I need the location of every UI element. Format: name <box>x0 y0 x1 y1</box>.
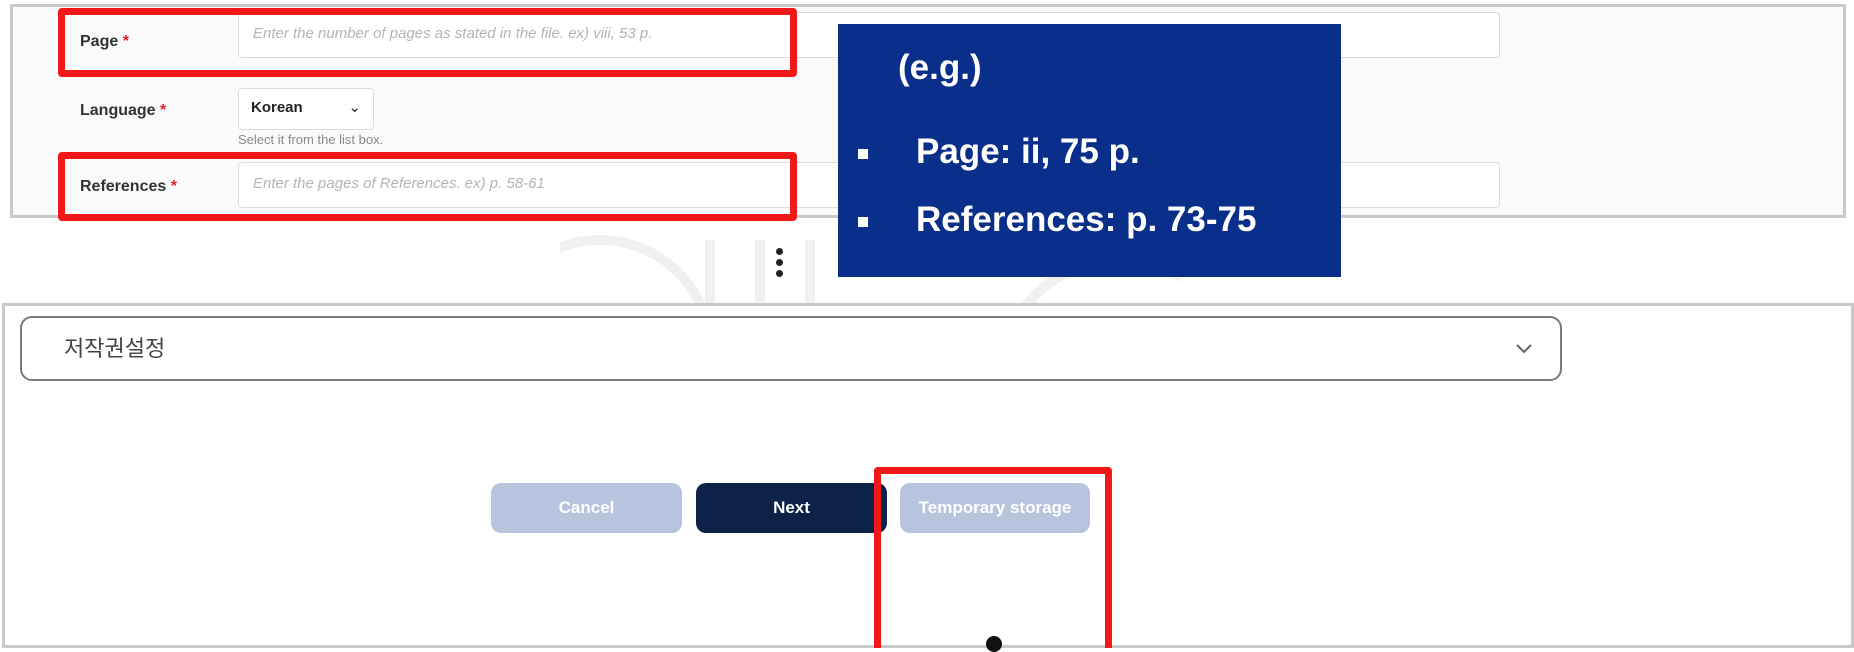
callout-title: (e.g.) <box>898 48 982 87</box>
language-help-text: Select it from the list box. <box>238 132 384 147</box>
language-select[interactable]: Korean ⌄ <box>238 88 374 130</box>
copyright-settings-accordion[interactable]: 저작권설정 <box>20 316 1562 381</box>
example-callout: (e.g.) Page: ii, 75 p. References: p. 73… <box>838 24 1341 277</box>
language-selected-value: Korean <box>251 99 303 116</box>
next-button[interactable]: Next <box>696 483 887 533</box>
cursor-pointer-icon <box>986 636 1002 652</box>
bullet-icon <box>858 148 868 159</box>
accordion-title: 저작권설정 <box>64 336 166 361</box>
bullet-icon <box>858 216 868 227</box>
vertical-ellipsis-icon <box>774 248 784 288</box>
callout-item-page: Page: ii, 75 p. <box>858 132 1140 172</box>
chevron-down-icon <box>1516 344 1532 354</box>
temporary-storage-highlight-box <box>874 467 1112 648</box>
language-label: Language * <box>80 102 167 119</box>
page-highlight-box <box>58 8 797 77</box>
callout-item-references: References: p. 73-75 <box>858 200 1256 240</box>
required-mark: * <box>160 102 167 119</box>
chevron-down-icon: ⌄ <box>348 99 361 116</box>
references-highlight-box <box>58 152 797 221</box>
cancel-button[interactable]: Cancel <box>491 483 682 533</box>
